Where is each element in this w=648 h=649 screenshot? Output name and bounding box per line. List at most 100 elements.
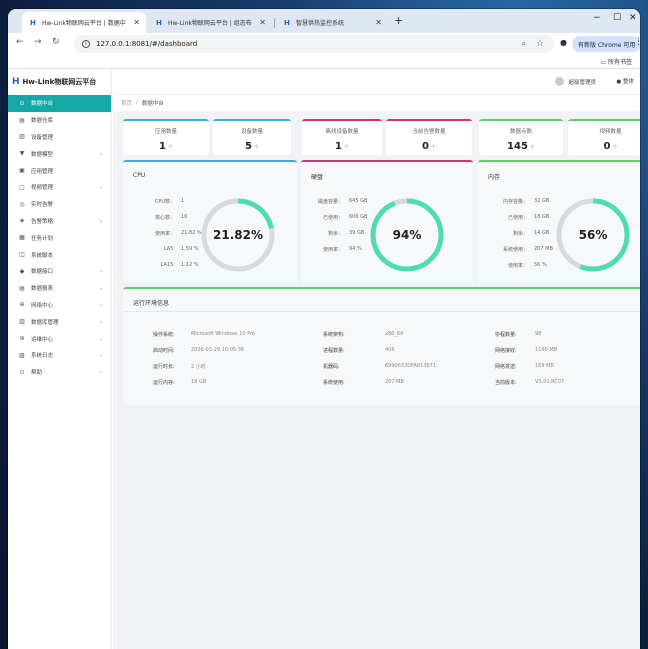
sidebar-item-label: 数据仓库 [31,118,54,125]
window-close-icon[interactable]: ✕ [629,13,637,23]
runtime-field: 运行时长: 2 小时 [153,363,206,370]
user-name: 超级管理员 [568,79,596,86]
new-tab-icon[interactable]: + [394,14,403,27]
metric-value: 606 GB [349,214,368,220]
calendar-icon: ▦ [19,234,25,242]
metric-value: 645 GB [349,198,368,204]
sidebar-item[interactable]: ⊙ 帮助 ⌄ [8,364,111,381]
sidebar-item[interactable]: ▥ 设备管理 [8,129,111,146]
sidebar-item[interactable]: ▢ 视频管理 ⌄ [8,179,111,196]
stat-label: 当前告警数量 [412,129,446,135]
memory-title: 内存 [488,174,501,181]
stat-number: 0 [603,141,611,152]
minimize-icon[interactable]: − [593,13,601,23]
zoom-icon[interactable]: ⌕ [522,39,526,49]
all-bookmarks-button[interactable]: ▭ 所有书签 [600,57,632,66]
maximize-icon[interactable]: ☐ [613,13,621,23]
sidebar-item[interactable]: ◫ 系统脚本 [8,246,111,263]
url-input[interactable]: i 127.0.0.1:8081/#/dashboard ⌕ ☆ [74,35,554,53]
runtime-field: 运行内存: 18 GB [153,379,206,386]
app-logo[interactable]: H Hw-Link物联网云平台 [8,69,111,95]
sidebar-item[interactable]: ▼ 数据模型 ⌄ [8,145,111,162]
stat-card: 设备数量 5 个 [213,119,291,155]
network-icon: ⊕ [19,301,25,309]
stat-unit: 个 [612,145,618,151]
stat-value: 145 个 [479,141,563,152]
runtime-label: 进程数量: [323,348,345,354]
sidebar-item[interactable]: ◈ 告警策略 ⌄ [8,213,111,230]
metric-label: 使用率： [507,263,528,269]
sidebar-item[interactable]: ⊙ 数据中台 [8,95,111,112]
db-admin-icon: ▥ [19,318,25,326]
sidebar-item[interactable]: ▣ 应用管理 [8,162,111,179]
user-menu[interactable]: 超级管理员 [555,77,596,86]
close-icon[interactable]: ✕ [259,18,266,27]
metric-label: CPU数： [154,199,175,205]
chrome-update-button[interactable]: 有新版 Chrome 可用 [572,36,640,52]
sidebar-item[interactable]: ▧ 系统日志 ⌄ [8,347,111,364]
metric-label: 剩余： [512,231,528,237]
avatar [555,77,565,86]
sidebar-item[interactable]: ⊕ 网络中心 ⌄ [8,297,111,314]
device-icon: ▥ [19,133,25,141]
sidebar-item[interactable]: ▥ 数据库管理 ⌄ [8,313,111,330]
runtime-value: 98 [535,331,542,337]
close-icon[interactable]: ✕ [375,18,382,27]
profile-icon[interactable]: ● [560,38,567,47]
site-info-icon[interactable]: i [82,40,90,48]
logo-icon: H [12,77,20,87]
stat-card: 数据点数 145 个 [479,119,563,155]
back-icon[interactable]: ← [16,37,24,47]
runtime-field: 启动时间: 2026-03-29 10:05:36 [153,347,244,354]
sidebar-item[interactable]: ◆ 数据接口 ⌄ [8,263,111,280]
stat-unit: 个 [529,145,535,151]
runtime-label: 当前版本: [495,380,517,386]
close-icon[interactable]: ✕ [133,18,140,27]
chevron-down-icon: ⌄ [98,285,103,292]
sidebar-item-label: 系统脚本 [31,252,54,259]
cpu-gauge: 21.82% [199,196,277,274]
sidebar-item[interactable]: ▤ 数据报表 ⌄ [8,280,111,297]
forward-icon[interactable]: → [34,37,42,47]
runtime-title: 运行环境信息 [133,300,170,307]
theme-toggle[interactable]: ● 整体 [616,77,634,85]
cpu-metric: 核心数： 16 [155,214,187,221]
memory-metric: 内存容量： 32 GB [503,198,550,205]
runtime-field: 当前版本: V3.01.RC07 [495,379,564,386]
sidebar-item[interactable]: ◎ 实时告警 [8,196,111,213]
stat-label: 设备数量 [240,129,263,135]
tab-dashboard[interactable]: H Hw-Link物联网云平台 | 数据中 ✕ [22,12,146,33]
stat-unit: 个 [253,145,259,151]
metric-label: 核心数： [154,215,175,221]
site-favicon-icon: H [284,18,290,27]
site-favicon-icon: H [30,18,36,27]
runtime-label: 启动时间: [153,348,175,354]
chevron-down-icon: ⌄ [98,268,103,275]
stat-card: 视频数量 0 个 [568,119,640,155]
tab-configuration[interactable]: H Hw-Link物联网云平台 | 组态布 ✕ [148,12,272,33]
sidebar-item[interactable]: ▦ 任务计划 [8,229,111,246]
breadcrumb: 首页 / 数据中台 [113,95,640,111]
cpu-metric: LA5: 1.59 % [164,246,199,252]
stat-number: 1 [335,141,342,152]
runtime-value: 2026-03-29 10:05:36 [191,347,245,353]
breadcrumb-home[interactable]: 首页 [121,99,132,107]
metric-value: 32 GB [534,198,550,204]
menu-kebab-icon[interactable]: ⋮ [634,37,640,47]
chevron-down-icon: ⌄ [98,352,103,359]
metric-value: 1 [181,198,185,204]
runtime-value: 18 GB [191,379,207,385]
bookmark-star-icon[interactable]: ☆ [536,39,544,49]
tab-heating[interactable]: H 智慧供热监控系统 ✕ [276,12,388,33]
metric-label: 使用率： [322,247,343,253]
metric-label: 磁盘容量： [317,199,343,205]
memory-metric: 剩余： 14 GB [513,230,549,237]
runtime-label: 运行内存: [153,380,175,386]
sidebar-item[interactable]: ▤ 数据仓库 [8,112,111,129]
sidebar-item[interactable]: ⊛ 运维中心 ⌄ [8,330,111,347]
disk-metric: 使用率： 94 % [323,246,362,253]
metric-label: 系统使用： [502,247,528,253]
stat-label: 离线设备数量 [325,129,359,135]
address-bar: ← → ↻ i 127.0.0.1:8081/#/dashboard ⌕ ☆ ●… [8,33,640,55]
reload-icon[interactable]: ↻ [52,37,60,47]
